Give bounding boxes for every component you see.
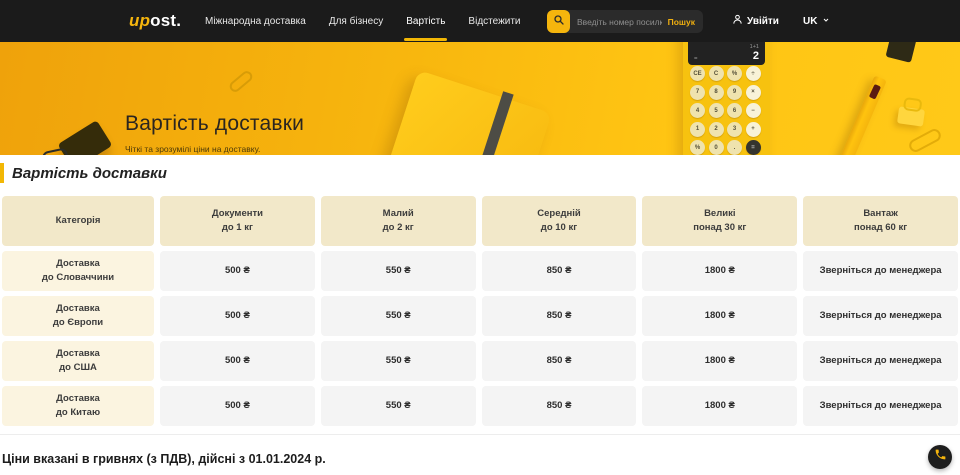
- search-submit-button[interactable]: Пошук: [668, 17, 695, 27]
- calculator-key: 2: [709, 122, 724, 137]
- hero-subtitle: Чіткі та зрозумілі ціни на доставку.: [125, 144, 304, 154]
- row-category: Доставка до США: [2, 341, 154, 381]
- column-header-medium: Середній до 10 кг: [482, 196, 637, 246]
- price-cell: 500 ₴: [160, 386, 315, 426]
- calculator-key: 1: [690, 122, 705, 137]
- price-cell: 1800 ₴: [642, 341, 797, 381]
- nav-item-business[interactable]: Для бізнесу: [329, 0, 383, 42]
- section-header: Вартість доставки: [0, 163, 960, 183]
- paper-clip-icon: [907, 127, 943, 154]
- price-cell: Зверніться до менеджера: [803, 386, 958, 426]
- tracking-search: Пошук: [547, 10, 703, 33]
- binder-clip-icon: [58, 120, 113, 155]
- footer: Ціни вказані в гривнях (з ПДВ), дійсні з…: [0, 434, 960, 466]
- hero-title: Вартість доставки: [125, 112, 304, 136]
- column-header-large: Великі понад 30 кг: [642, 196, 797, 246]
- price-cell: 850 ₴: [482, 296, 637, 336]
- call-button[interactable]: [928, 445, 952, 469]
- row-category: Доставка до Китаю: [2, 386, 154, 426]
- row-category: Доставка до Європи: [2, 296, 154, 336]
- calculator-key: C: [709, 66, 724, 81]
- column-header-small: Малий до 2 кг: [321, 196, 476, 246]
- notebook-band: [453, 91, 514, 155]
- section-title: Вартість доставки: [12, 165, 167, 182]
- price-cell: 550 ₴: [321, 341, 476, 381]
- price-cell: Зверніться до менеджера: [803, 341, 958, 381]
- calculator-result: 2: [753, 50, 759, 62]
- search-icon-button[interactable]: [547, 10, 570, 33]
- price-cell: 850 ₴: [482, 341, 637, 381]
- logo[interactable]: upost.: [129, 11, 181, 31]
- calculator-key: 7: [690, 85, 705, 100]
- logo-text: ost.: [150, 11, 181, 30]
- calculator-key: 0: [709, 140, 724, 155]
- price-cell: 500 ₴: [160, 341, 315, 381]
- price-cell: 850 ₴: [482, 251, 637, 291]
- phone-icon: [934, 448, 947, 466]
- calculator-key: %: [727, 66, 742, 81]
- calculator-key: =: [746, 140, 761, 155]
- calculator-key: CE: [690, 66, 705, 81]
- price-cell: 850 ₴: [482, 386, 637, 426]
- calculator-key: ×: [746, 85, 761, 100]
- price-cell: 1800 ₴: [642, 296, 797, 336]
- hero-banner: 1+1 = 2 CE C % ÷ 7 8 9 × 4 5 6 − 1 2 3 +…: [0, 42, 960, 155]
- price-cell: 500 ₴: [160, 251, 315, 291]
- calculator-key: ÷: [746, 66, 761, 81]
- accent-bar: [0, 163, 4, 183]
- price-cell: 500 ₴: [160, 296, 315, 336]
- price-cell: 550 ₴: [321, 386, 476, 426]
- pricing-note: Ціни вказані в гривнях (з ПДВ), дійсні з…: [0, 435, 960, 466]
- nav-item-track[interactable]: Відстежити: [468, 0, 520, 42]
- calculator-key: %: [690, 140, 705, 155]
- price-cell: Зверніться до менеджера: [803, 296, 958, 336]
- calculator-equals: =: [694, 56, 698, 62]
- calculator-key: 6: [727, 103, 742, 118]
- price-table: Категорія Документи до 1 кг Малий до 2 к…: [2, 196, 958, 426]
- chevron-down-icon: [822, 16, 830, 27]
- nav-item-international[interactable]: Міжнародна доставка: [205, 0, 306, 42]
- price-cell: 550 ₴: [321, 296, 476, 336]
- nav-item-pricing[interactable]: Вартість: [406, 0, 445, 42]
- row-category: Доставка до Словаччини: [2, 251, 154, 291]
- binder-clip-icon: [897, 106, 925, 126]
- notebook-graphic: [372, 70, 552, 155]
- calculator-keypad: CE C % ÷ 7 8 9 × 4 5 6 − 1 2 3 + % 0 . =: [690, 66, 763, 155]
- user-icon: [732, 14, 743, 28]
- language-label: UK: [803, 16, 817, 27]
- paper-clip-icon: [228, 69, 255, 94]
- price-cell: 1800 ₴: [642, 251, 797, 291]
- calculator-key: −: [746, 103, 761, 118]
- calculator-display: 1+1 = 2: [688, 42, 765, 65]
- calculator-key: +: [746, 122, 761, 137]
- top-navbar: upost. Міжнародна доставка Для бізнесу В…: [0, 0, 960, 42]
- search-icon: [553, 13, 565, 31]
- calculator-key: 4: [690, 103, 705, 118]
- column-header-category: Категорія: [2, 196, 154, 246]
- language-selector[interactable]: UK: [803, 0, 830, 42]
- calculator-key: .: [727, 140, 742, 155]
- column-header-documents: Документи до 1 кг: [160, 196, 315, 246]
- pencil-graphic: [816, 75, 887, 155]
- login-label: Увійти: [747, 16, 779, 27]
- calculator-key: 8: [709, 85, 724, 100]
- calculator-key: 3: [727, 122, 742, 137]
- calculator-key: 5: [709, 103, 724, 118]
- logo-mark: up: [129, 11, 150, 30]
- search-input[interactable]: [577, 17, 662, 27]
- binder-clip-icon: [885, 42, 916, 63]
- calculator-key: 9: [727, 85, 742, 100]
- column-header-cargo: Вантаж понад 60 кг: [803, 196, 958, 246]
- price-cell: 550 ₴: [321, 251, 476, 291]
- price-cell: 1800 ₴: [642, 386, 797, 426]
- login-button[interactable]: Увійти: [732, 0, 779, 42]
- main-nav: Міжнародна доставка Для бізнесу Вартість…: [205, 0, 521, 42]
- price-cell: Зверніться до менеджера: [803, 251, 958, 291]
